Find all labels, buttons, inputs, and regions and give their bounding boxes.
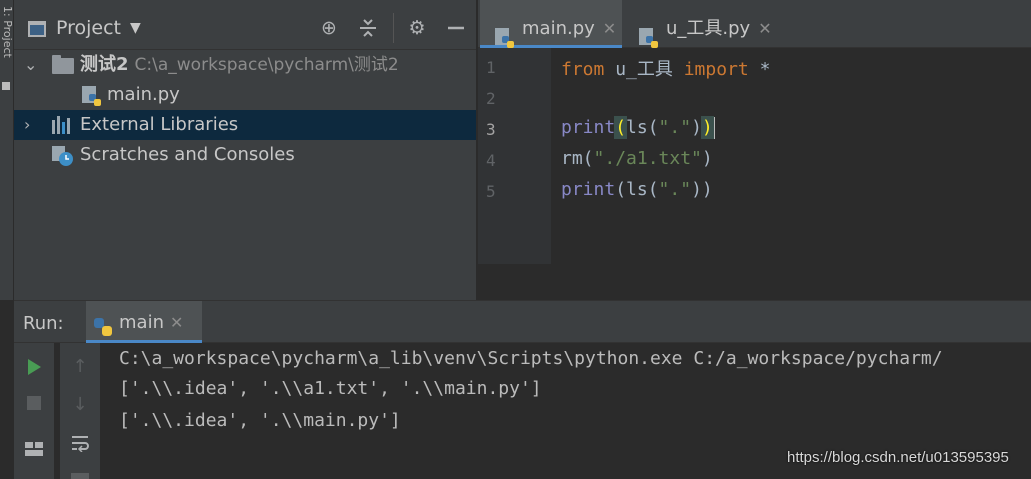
code-editor: main.py ✕ u_工具.py ✕ 1 2 3 4 5 from u_工具 im…	[478, 0, 1031, 300]
project-view-dropdown-icon[interactable]: ▼	[130, 20, 141, 36]
code-line-3[interactable]: print(ls("."))	[561, 116, 715, 139]
tab-label: main.py	[522, 18, 595, 39]
python-file-icon	[81, 86, 103, 108]
project-tool-window-label[interactable]: 1: Project	[1, 6, 14, 58]
scroll-to-end-icon[interactable]	[60, 463, 100, 479]
line-number: 2	[486, 89, 496, 108]
line-number: 5	[486, 182, 496, 201]
rerun-icon[interactable]	[14, 349, 54, 385]
console-line: ['.\\.idea', '.\\main.py']	[119, 410, 401, 431]
code-line-5[interactable]: print(ls("."))	[561, 179, 713, 200]
tab-main-py[interactable]: main.py ✕	[480, 0, 622, 48]
close-icon[interactable]: ✕	[603, 19, 616, 38]
collapse-all-icon[interactable]	[356, 16, 380, 40]
library-icon	[52, 116, 74, 134]
python-file-icon	[638, 16, 660, 48]
code-line-1[interactable]: from u_工具 import *	[561, 55, 770, 81]
tab-u-tools-py[interactable]: u_工具.py ✕	[624, 0, 778, 48]
stop-icon[interactable]	[14, 385, 54, 421]
close-icon[interactable]: ✕	[758, 19, 771, 38]
project-path: C:\a_workspace\pycharm\测试2	[134, 55, 399, 75]
project-name: 测试2	[80, 54, 129, 75]
python-icon	[92, 311, 114, 336]
folder-icon	[52, 55, 74, 74]
run-toolbar-right: ↑ ↓	[60, 343, 100, 479]
up-arrow-icon[interactable]: ↑	[60, 349, 100, 385]
run-toolbar-left	[14, 343, 54, 479]
run-tab-label: main	[119, 312, 164, 333]
gear-icon[interactable]: ⚙	[405, 16, 429, 40]
text-caret	[712, 117, 715, 139]
tree-item-external-libraries[interactable]: › External Libraries	[14, 110, 476, 140]
project-panel: Project ▼ ⊕ ⚙ ⌄ 测试2 C:\a_workspace\pychar…	[14, 0, 476, 300]
down-arrow-icon[interactable]: ↓	[60, 387, 100, 423]
header-separator	[393, 13, 394, 43]
hide-panel-icon[interactable]	[444, 16, 468, 40]
external-libraries-label: External Libraries	[80, 114, 239, 135]
line-number-gutter: 1 2 3 4 5	[478, 48, 551, 264]
console-line: C:\a_workspace\pycharm\a_lib\venv\Script…	[119, 348, 943, 369]
line-number: 4	[486, 151, 496, 170]
tree-item-main-py[interactable]: main.py	[14, 80, 476, 110]
code-line-4[interactable]: rm("./a1.txt")	[561, 148, 713, 169]
chevron-right-icon[interactable]: ›	[24, 110, 30, 140]
tree-item-scratches[interactable]: Scratches and Consoles	[14, 140, 476, 170]
console-line: ['.\\.idea', '.\\a1.txt', '.\\main.py']	[119, 378, 542, 399]
scratches-icon	[52, 144, 74, 166]
strip-marker-icon	[2, 82, 10, 90]
watermark-text: https://blog.csdn.net/u013595395	[787, 449, 1009, 466]
run-panel-header: Run: main ✕	[14, 301, 1031, 343]
line-number: 1	[486, 58, 496, 77]
code-text-area[interactable]: from u_工具 import * print(ls(".")) rm("./…	[551, 48, 1031, 264]
tab-label: u_工具.py	[666, 18, 751, 39]
file-label: main.py	[107, 84, 180, 105]
left-tool-strip: 1: Project	[0, 0, 14, 300]
run-label: Run:	[23, 313, 64, 334]
layout-icon[interactable]	[14, 431, 54, 467]
chevron-down-icon[interactable]: ⌄	[24, 50, 37, 80]
soft-wrap-icon[interactable]	[60, 425, 100, 461]
python-file-icon	[494, 16, 516, 48]
line-number: 3	[486, 120, 496, 139]
project-panel-header: Project ▼ ⊕ ⚙	[14, 0, 476, 50]
locate-file-icon[interactable]: ⊕	[317, 16, 341, 40]
run-tab-main[interactable]: main ✕	[86, 301, 202, 343]
scratches-label: Scratches and Consoles	[80, 144, 295, 165]
editor-tabs: main.py ✕ u_工具.py ✕	[478, 0, 1031, 48]
close-icon[interactable]: ✕	[170, 313, 183, 332]
project-window-icon	[28, 21, 46, 37]
project-panel-title[interactable]: Project	[56, 17, 121, 39]
tree-item-project-root[interactable]: ⌄ 测试2 C:\a_workspace\pycharm\测试2	[14, 50, 476, 80]
